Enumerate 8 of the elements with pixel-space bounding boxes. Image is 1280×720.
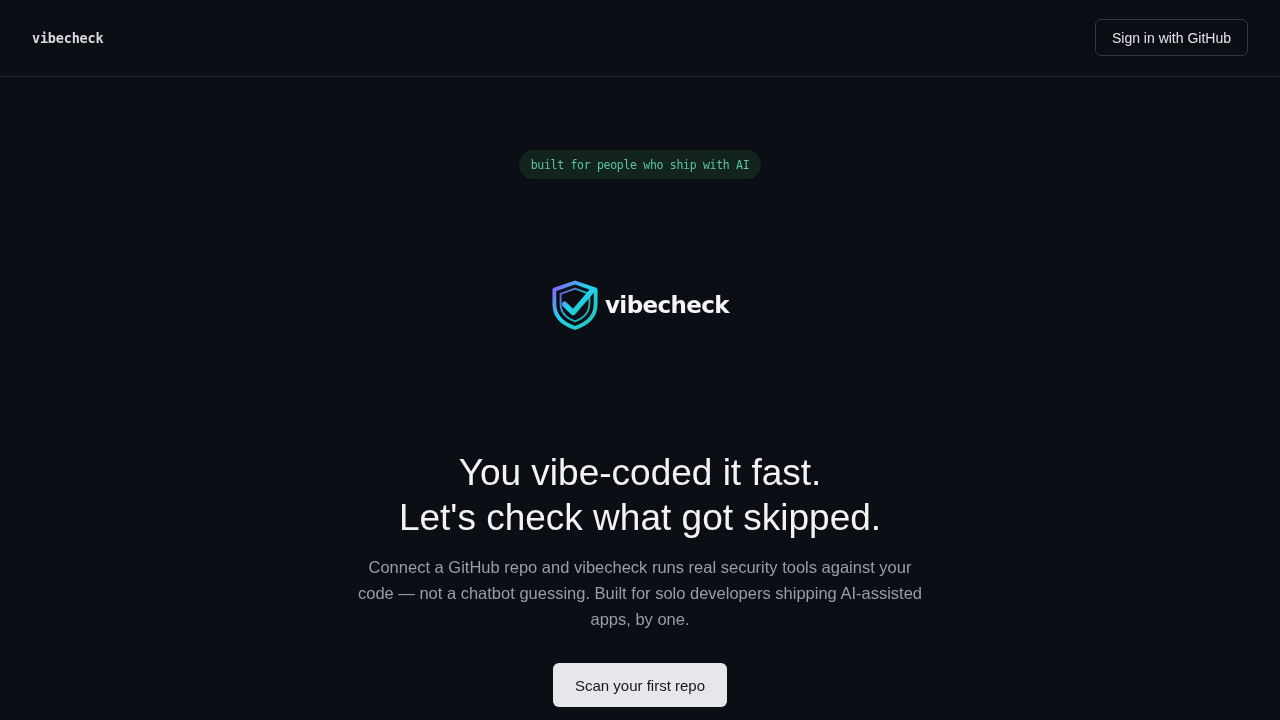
sign-in-button[interactable]: Sign in with GitHub [1094, 19, 1248, 56]
shield-check-icon [550, 280, 599, 330]
tagline-badge: built for people who ship with AI [518, 150, 762, 179]
hero-headline: You vibe-coded it fast. Let's check what got skipped. [398, 451, 882, 540]
scan-repo-button[interactable]: Scan your first repo [552, 663, 728, 707]
brand-wordmark[interactable]: vibecheck [32, 30, 104, 46]
logo-wordmark: vibecheck [604, 292, 730, 318]
hero-description: Connect a GitHub repo and vibecheck runs real security tools against your code — not a chatbot guessing. Built for solo developers shipping AI-assisted apps, by one. [356, 557, 924, 630]
